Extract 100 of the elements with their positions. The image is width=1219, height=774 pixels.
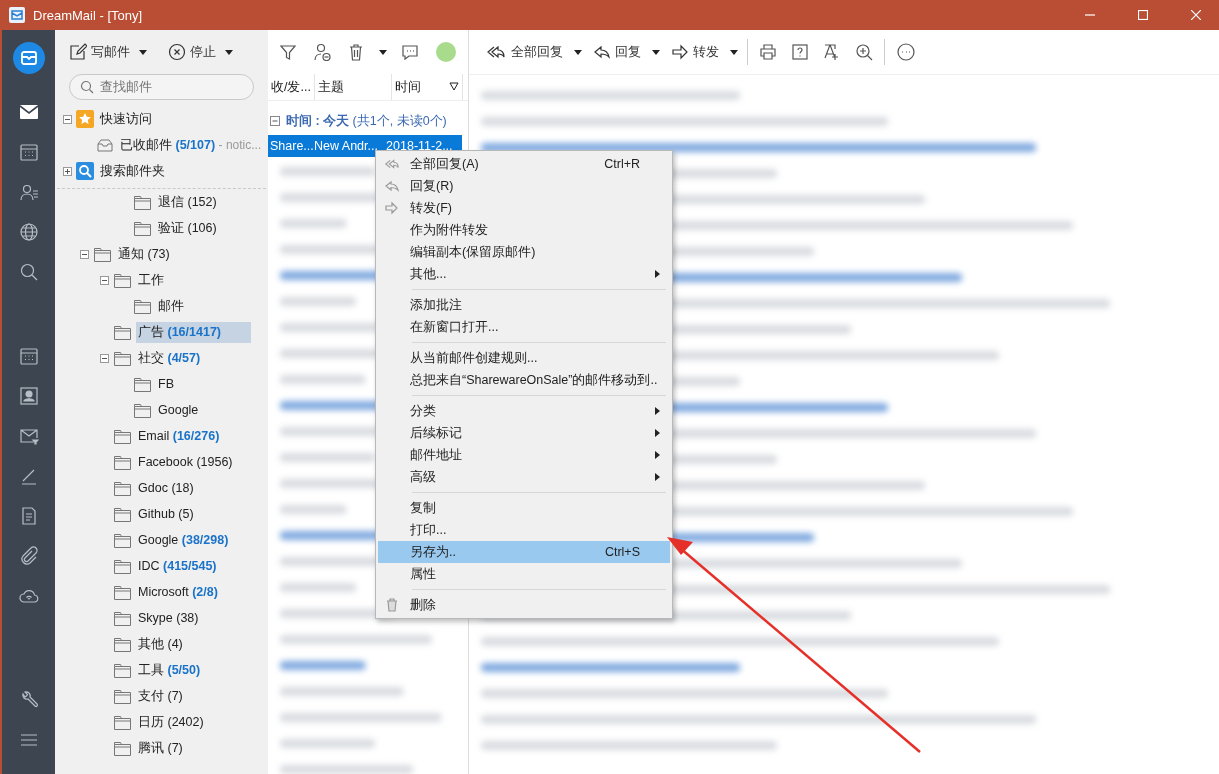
folder-item[interactable]: FB — [156, 375, 176, 393]
folder-item[interactable]: Gdoc (18) — [136, 479, 196, 497]
toolbar-button[interactable]: 转发 — [669, 40, 721, 64]
menu-item[interactable]: 其他... — [378, 263, 670, 285]
collapse-toggle-icon[interactable] — [63, 114, 72, 124]
folder-icon — [113, 557, 132, 575]
more-icon — [896, 42, 916, 62]
toolbar-button[interactable]: 全部回复 — [483, 40, 565, 64]
collapse-toggle-icon[interactable] — [100, 275, 109, 285]
menu-item[interactable]: 删除 — [378, 594, 670, 616]
calendar-icon — [18, 142, 39, 162]
folder-item[interactable]: Google (38/298) — [136, 531, 231, 549]
toolbar-button[interactable]: 写邮件 — [67, 40, 132, 64]
trash-icon — [347, 43, 365, 61]
folder-item[interactable]: 社交 (4/57) — [136, 347, 203, 369]
maximize-icon — [1138, 10, 1148, 20]
menu-item[interactable]: 转发(F) — [378, 197, 670, 219]
folder-item[interactable]: 搜索邮件夹 — [98, 160, 167, 182]
folder-item[interactable]: Email (16/276) — [136, 427, 222, 445]
caret-icon — [729, 48, 739, 56]
folder-item[interactable]: 快速访问 — [98, 108, 154, 130]
folder-item[interactable]: 已收邮件 (5/107) - notic... — [118, 134, 264, 156]
collapse-toggle-icon[interactable] — [80, 249, 89, 259]
paperclip-icon — [18, 546, 39, 566]
app-logo-icon[interactable] — [12, 42, 45, 74]
folder-icon — [113, 661, 132, 679]
star-icon — [76, 110, 94, 128]
column-header[interactable]: 主题 — [315, 74, 392, 100]
folder-icon — [113, 479, 132, 497]
submenu-arrow-icon[interactable] — [654, 428, 662, 438]
column-header[interactable]: 时间 — [392, 74, 463, 100]
app-logo-icon — [8, 6, 26, 24]
menu-item[interactable]: 复制 — [378, 497, 670, 519]
menu-item[interactable]: 编辑副本(保留原邮件) — [378, 241, 670, 263]
menu-item[interactable]: 添加批注 — [378, 294, 670, 316]
menu-item[interactable]: 从当前邮件创建规则... — [378, 347, 670, 369]
folder-item[interactable]: IDC (415/545) — [136, 557, 219, 575]
stop-icon — [168, 43, 186, 61]
folder-icon — [113, 713, 132, 731]
search-field[interactable]: 查找邮件 — [69, 74, 254, 100]
menu-item[interactable]: 总把来自“SharewareOnSale”的邮件移动到.. — [378, 369, 670, 391]
menu-item[interactable]: 另存为.. Ctrl+S — [378, 541, 670, 563]
toolbar-button[interactable]: 停止 — [166, 40, 218, 64]
folder-icon — [113, 453, 132, 471]
collapse-toggle-icon[interactable] — [270, 116, 280, 126]
zoom-in-icon — [855, 43, 873, 61]
folder-icon — [113, 531, 132, 549]
inbox-icon — [96, 136, 114, 154]
caret-icon — [378, 48, 388, 56]
folder-item[interactable]: 邮件 — [156, 295, 186, 317]
folder-item[interactable]: Github (5) — [136, 505, 196, 523]
folder-icon — [113, 609, 132, 627]
status-circle-icon — [435, 41, 457, 63]
menu-item[interactable]: 后续标记 — [378, 422, 670, 444]
chat-icon — [401, 43, 419, 61]
folder-item[interactable]: 退信 (152) — [156, 191, 219, 213]
globe-icon — [18, 222, 39, 242]
filter-icon — [279, 43, 297, 61]
menu-item[interactable]: 分类 — [378, 400, 670, 422]
menu-item[interactable]: 回复(R) — [378, 175, 670, 197]
submenu-arrow-icon[interactable] — [654, 406, 662, 416]
collapse-toggle-icon[interactable] — [100, 353, 109, 363]
folder-icon — [93, 245, 112, 263]
menu-item[interactable]: 作为附件转发 — [378, 219, 670, 241]
folder-item[interactable]: 通知 (73) — [116, 243, 172, 265]
search-icon — [76, 162, 94, 180]
submenu-arrow-icon[interactable] — [654, 472, 662, 482]
folder-item[interactable]: 验证 (106) — [156, 217, 219, 239]
menu-item[interactable]: 高级 — [378, 466, 670, 488]
folder-item[interactable]: 广告 (16/1417) — [136, 321, 251, 343]
folder-item[interactable]: Microsoft (2/8) — [136, 583, 220, 601]
folder-icon — [133, 401, 152, 419]
expand-toggle-icon[interactable] — [63, 166, 72, 176]
menu-item[interactable]: 打印... — [378, 519, 670, 541]
folder-item[interactable]: 工作 — [136, 269, 166, 291]
compose-icon — [69, 43, 87, 61]
menu-item[interactable]: 在新窗口打开... — [378, 316, 670, 338]
submenu-arrow-icon[interactable] — [654, 269, 662, 279]
folder-item[interactable]: 腾讯 (7) — [136, 737, 185, 759]
menu-item[interactable]: 属性 — [378, 563, 670, 585]
folder-icon — [113, 635, 132, 653]
reply-all-icon — [485, 43, 507, 61]
folder-item[interactable]: 日历 (2402) — [136, 711, 206, 733]
folder-icon — [113, 271, 132, 289]
menu-item[interactable]: 邮件地址 — [378, 444, 670, 466]
folder-item[interactable]: 工具 (5/50) — [136, 659, 203, 681]
folder-item[interactable]: 其他 (4) — [136, 633, 185, 655]
folder-icon — [133, 375, 152, 393]
close-icon — [1191, 10, 1201, 20]
folder-icon — [113, 583, 132, 601]
window-title: DreamMail - [Tony] — [33, 7, 144, 23]
submenu-arrow-icon[interactable] — [654, 450, 662, 460]
column-header[interactable]: 收/发... — [268, 74, 315, 100]
folder-icon — [113, 349, 132, 367]
folder-item[interactable]: 支付 (7) — [136, 685, 185, 707]
folder-item[interactable]: Facebook (1956) — [136, 453, 235, 471]
folder-item[interactable]: Google — [156, 401, 201, 419]
folder-item[interactable]: Skype (38) — [136, 609, 201, 627]
toolbar-button[interactable]: 回复 — [591, 40, 643, 64]
folder-icon — [133, 193, 152, 211]
